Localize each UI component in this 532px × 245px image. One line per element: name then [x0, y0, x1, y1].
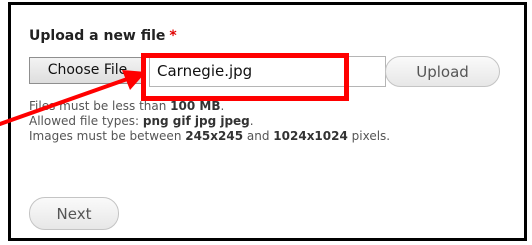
- required-marker: *: [169, 28, 177, 44]
- allowed-types-line: Allowed file types: png gif jpg jpeg.: [29, 114, 254, 128]
- upload-help-text: Files must be less than 100 MB. Allowed …: [29, 99, 390, 144]
- image-dimensions-line: Images must be between 245x245 and 1024x…: [29, 129, 391, 143]
- upload-button[interactable]: Upload: [385, 56, 500, 87]
- size-limit-line: Files must be less than 100 MB.: [29, 99, 225, 113]
- upload-field-label: Upload a new file *: [29, 28, 177, 44]
- upload-label-text: Upload a new file: [29, 28, 166, 44]
- next-button[interactable]: Next: [29, 197, 119, 230]
- selected-file-name: Carnegie.jpg: [149, 56, 386, 87]
- choose-file-button[interactable]: Choose File: [29, 57, 146, 84]
